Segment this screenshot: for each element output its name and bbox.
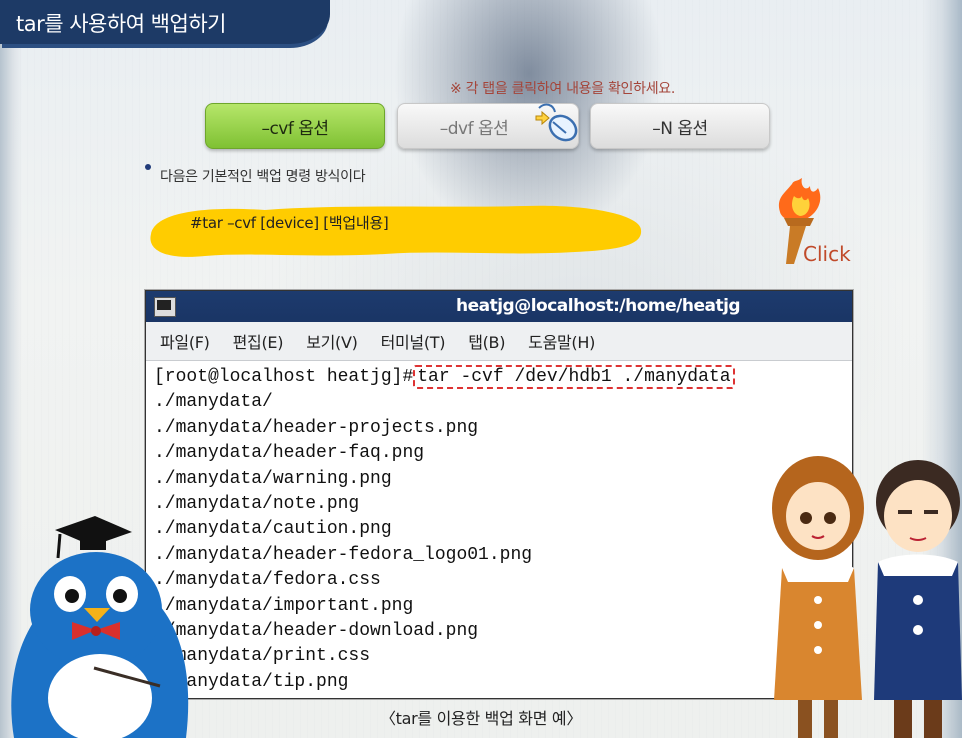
terminal-icon — [154, 297, 176, 317]
description-text: 다음은 기본적인 백업 명령 방식이다 — [160, 169, 366, 185]
output-line: ./manydata/header-faq.png — [154, 443, 425, 464]
tab-n-option[interactable]: –N 옵션 — [590, 103, 770, 149]
instruction-notice: ※ 각 탭을 클릭하여 내용을 확인하세요. — [450, 81, 676, 97]
terminal-body[interactable]: [root@localhost heatjg]# tar -cvf /dev/hd… — [146, 361, 852, 695]
output-line: ./manydata/warning.png — [154, 468, 392, 489]
output-line: ./manydata/ — [154, 392, 273, 413]
mouse-cursor-icon — [535, 103, 578, 142]
boy-character — [874, 460, 962, 738]
girl-character — [772, 456, 864, 738]
tab-cvf-label: –cvf 옵션 — [261, 118, 329, 139]
menu-view[interactable]: 보기(V) — [306, 329, 358, 353]
terminal-menubar: 파일(F) 편집(E) 보기(V) 터미널(T) 탭(B) 도움말(H) — [146, 322, 852, 361]
tab-cvf-option[interactable]: –cvf 옵션 — [205, 103, 385, 149]
output-line: ./manydata/print.css — [154, 646, 371, 667]
shell-prompt: [root@localhost heatjg]# — [154, 367, 414, 387]
output-line: ./manydata/note.png — [154, 493, 360, 514]
menu-edit[interactable]: 편집(E) — [233, 329, 284, 353]
tab-dvf-label: –dvf 옵션 — [439, 118, 509, 139]
menu-file[interactable]: 파일(F) — [160, 329, 210, 353]
page-title: tar를 사용하여 백업하기 — [16, 12, 226, 36]
output-line: ./manydata/fedora.css — [154, 570, 381, 591]
menu-help[interactable]: 도움말(H) — [528, 329, 595, 353]
bullet-icon — [145, 164, 151, 170]
output-line: ./manydata/header-download.png — [154, 620, 479, 641]
title-banner: tar를 사용하여 백업하기 — [0, 0, 330, 44]
output-line: ./manydata/header-projects.png — [154, 417, 479, 438]
penguin-mascot — [11, 516, 189, 738]
command-line: [root@localhost heatjg]# tar -cvf /dev/hd… — [154, 365, 852, 390]
menu-tabs[interactable]: 탭(B) — [468, 329, 505, 353]
terminal-titlebar: heatjg@localhost:/home/heatjg — [146, 291, 852, 322]
terminal-title: heatjg@localhost:/home/heatjg — [456, 296, 741, 316]
menu-terminal[interactable]: 터미널(T) — [381, 329, 446, 353]
tab-n-label: –N 옵션 — [652, 118, 708, 139]
output-line: ./manydata/tip.png — [154, 671, 349, 692]
highlighted-command: tar -cvf /dev/hdb1 ./manydata — [413, 365, 735, 389]
click-label[interactable]: Click — [803, 242, 851, 266]
terminal-window: heatjg@localhost:/home/heatjg 파일(F) 편집(E… — [145, 290, 853, 699]
output-line: ./manydata/important.png — [154, 595, 414, 616]
command-syntax: #tar –cvf [device] [백업내용] — [190, 214, 389, 232]
output-line: ./manydata/caution.png — [154, 519, 392, 540]
output-line: ./manydata/header-fedora_logo01.png — [154, 544, 533, 565]
